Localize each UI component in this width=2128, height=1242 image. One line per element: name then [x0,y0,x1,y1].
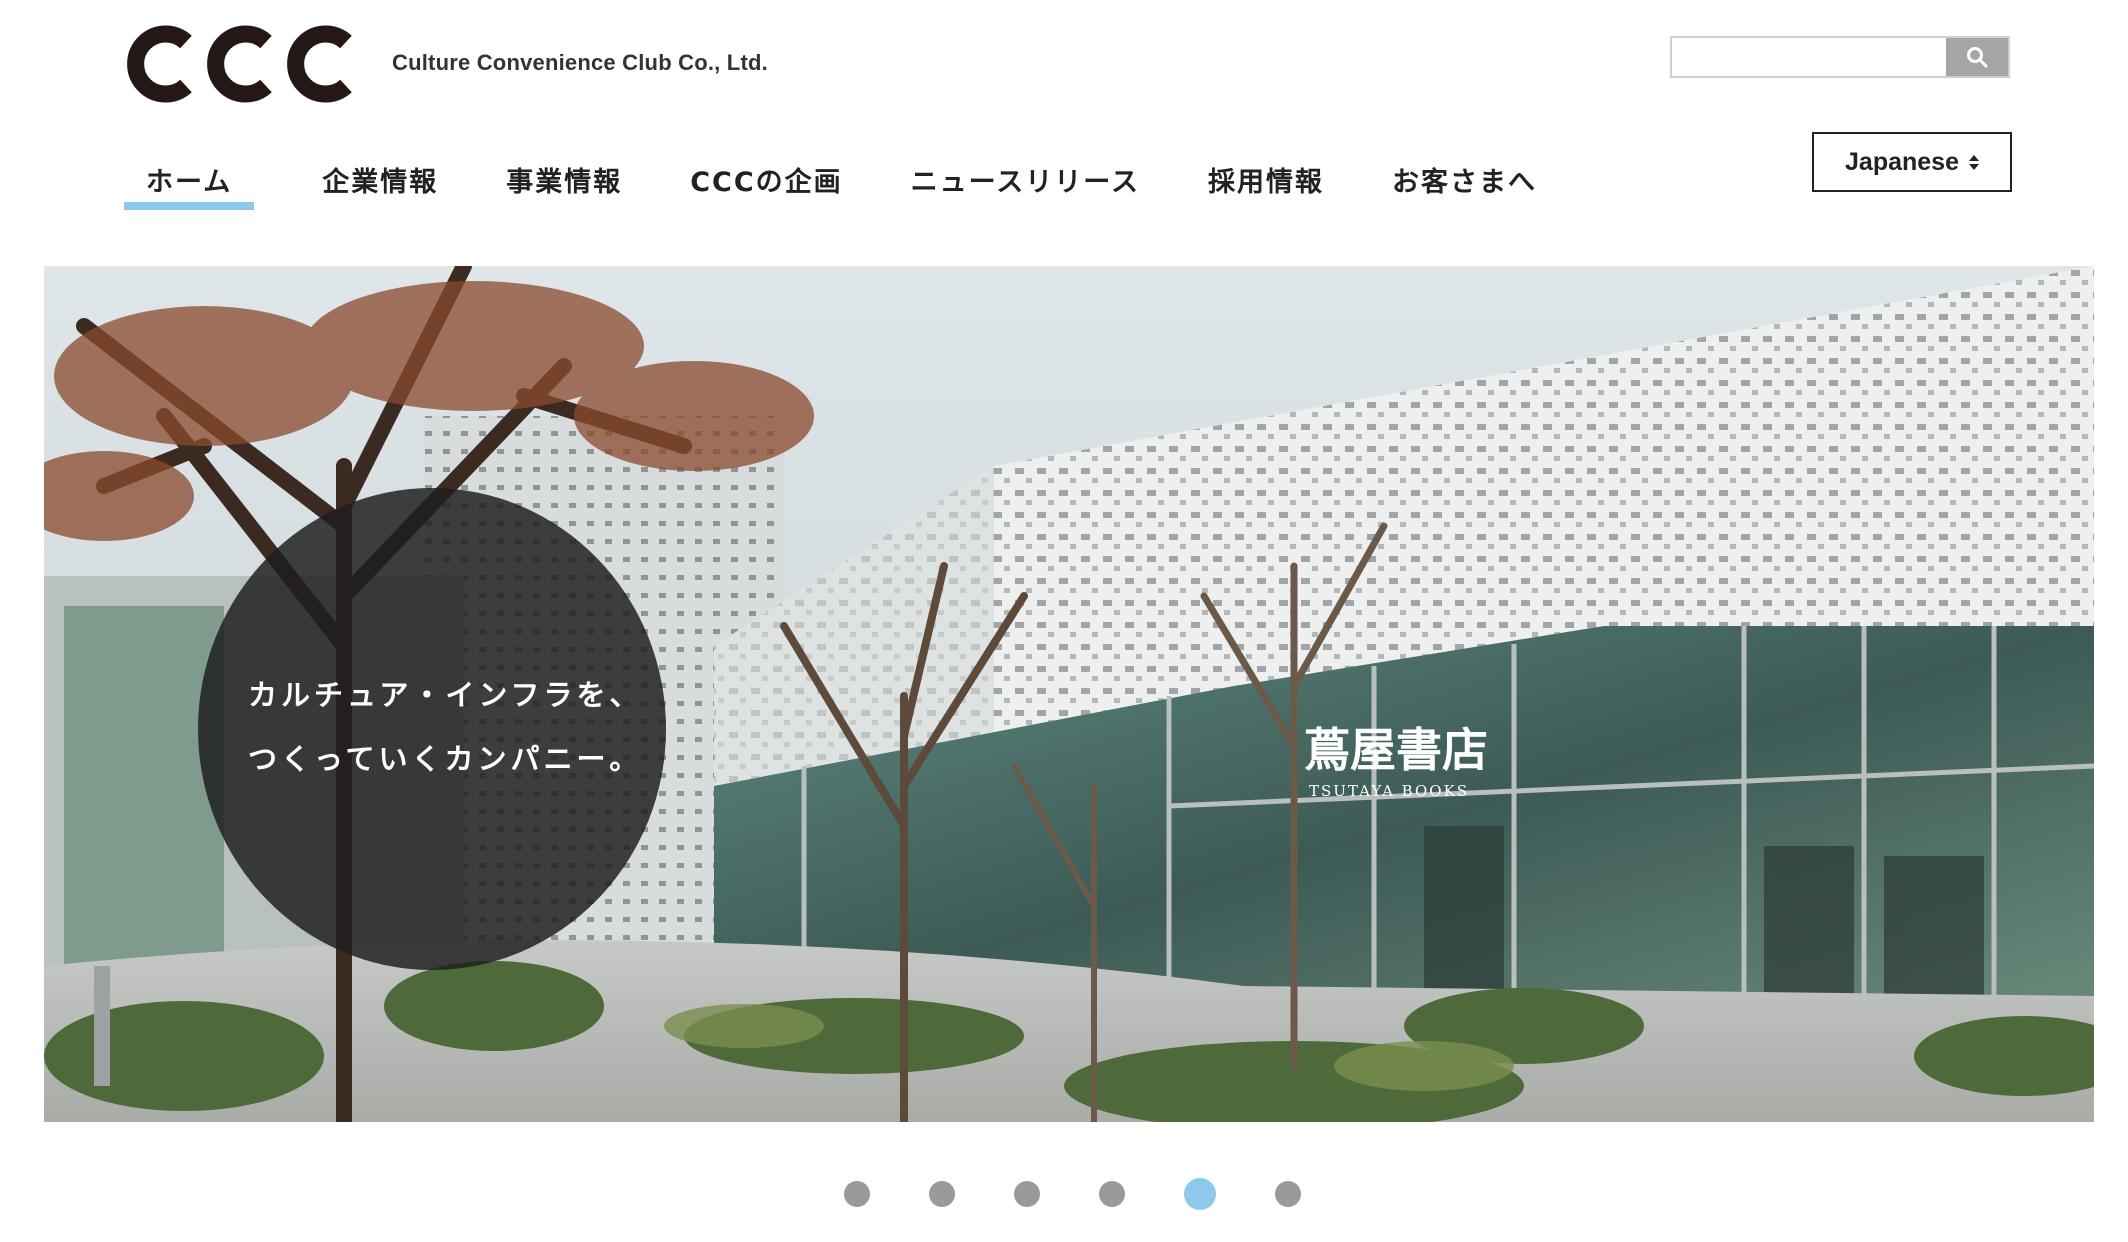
search-input[interactable] [1672,38,1946,76]
carousel-dot-1[interactable] [844,1181,870,1207]
carousel-dot-2[interactable] [929,1181,955,1207]
search-icon [1967,47,1988,68]
carousel-dot-4[interactable] [1099,1181,1125,1207]
ccc-logo[interactable] [120,20,360,108]
nav-item-home[interactable]: ホーム [124,160,255,210]
company-name: Culture Convenience Club Co., Ltd. [392,50,768,75]
main-nav: ホーム 企業情報 事業情報 CCCの企画 ニュースリリース 採用情報 お客さまへ [124,160,1537,210]
language-select-value: Japanese [1845,147,1959,176]
nav-item-business[interactable]: 事業情報 [506,160,622,199]
ccc-logo-mark [127,25,352,103]
carousel-dot-6[interactable] [1275,1181,1301,1207]
nav-item-recruit[interactable]: 採用情報 [1208,160,1324,199]
carousel-dot-5[interactable] [1184,1178,1216,1210]
search-button[interactable] [1946,38,2008,76]
carousel-dot-3[interactable] [1014,1181,1040,1207]
nav-item-company[interactable]: 企業情報 [322,160,438,199]
hero-banner[interactable]: 蔦屋書店 TSUTAYA BOOKS カルチュア・インフラを、 つくっていくカン… [44,266,2094,1122]
nav-item-ccc-planning[interactable]: CCCの企画 [690,160,842,199]
sort-arrows-icon [1968,154,1979,170]
nav-item-customers[interactable]: お客さまへ [1392,160,1537,199]
store-sign: 蔦屋書店 [1304,723,1488,777]
tagline-circle: カルチュア・インフラを、 つくっていくカンパニー。 [198,488,666,970]
language-select[interactable]: Japanese [1812,132,2012,192]
carousel-dots [844,1178,1360,1210]
search-box [1670,36,2010,78]
nav-item-news[interactable]: ニュースリリース [911,160,1140,199]
tagline-line-2: つくっていくカンパニー。 [248,742,643,776]
store-sign-sub: TSUTAYA BOOKS [1309,782,1469,800]
tagline-line-1: カルチュア・インフラを、 [248,678,643,712]
